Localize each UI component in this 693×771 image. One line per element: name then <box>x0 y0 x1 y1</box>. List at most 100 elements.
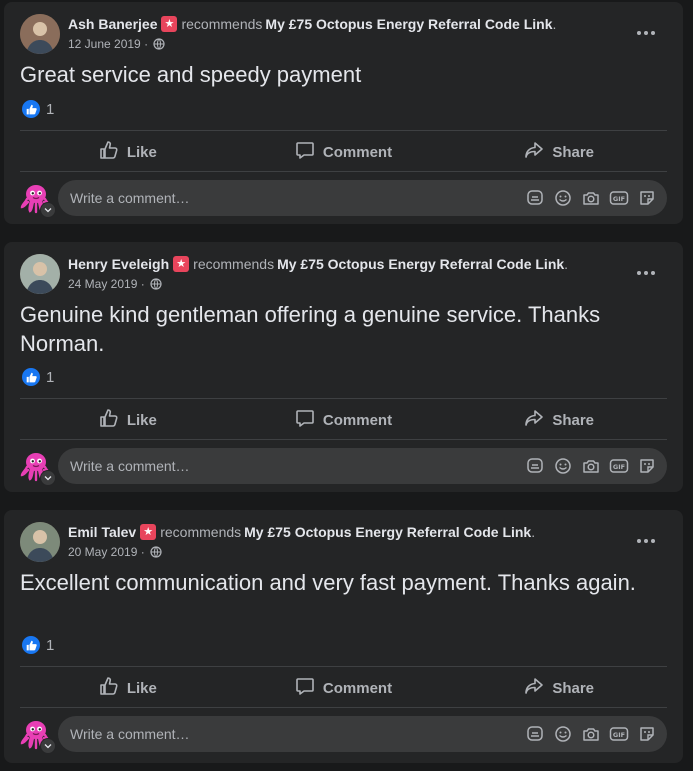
thumbs-up-icon <box>99 676 119 700</box>
author-name[interactable]: Henry Eveleigh <box>68 256 169 272</box>
more-options-button[interactable] <box>633 260 659 286</box>
review-post: Henry Eveleigh recommendsMy £75 Octopus E… <box>4 242 683 492</box>
period: . <box>564 256 569 272</box>
author-avatar[interactable] <box>20 254 60 294</box>
share-label: Share <box>552 143 595 161</box>
comment-label: Comment <box>322 411 393 429</box>
gif-icon[interactable]: GIF <box>609 188 629 208</box>
post-meta: 12 June 2019 · <box>68 36 166 54</box>
more-options-button[interactable] <box>633 20 659 46</box>
share-icon <box>524 676 544 700</box>
post-text: Excellent communication and very fast pa… <box>20 570 636 595</box>
reaction-count: 1 <box>46 636 55 654</box>
page-name-link[interactable]: My £75 Octopus Energy Referral Code Link <box>244 524 531 540</box>
camera-icon[interactable] <box>581 188 601 208</box>
svg-text:GIF: GIF <box>613 463 625 471</box>
emoji-icon[interactable] <box>553 456 573 476</box>
sticker-icon[interactable] <box>637 188 657 208</box>
like-label: Like <box>126 679 157 697</box>
divider <box>20 666 667 667</box>
avatar-sticker-icon[interactable] <box>525 724 545 744</box>
like-reaction-icon <box>22 368 40 386</box>
divider <box>20 439 667 440</box>
comment-composer: GIF <box>20 180 667 218</box>
post-text: Great service and speedy payment <box>20 62 362 87</box>
camera-icon[interactable] <box>581 724 601 744</box>
comment-button[interactable]: Comment <box>236 669 452 707</box>
comment-box[interactable]: GIF <box>58 716 667 752</box>
period: . <box>552 16 557 32</box>
comment-button[interactable]: Comment <box>236 133 452 171</box>
reaction-summary[interactable]: 1 <box>22 636 54 654</box>
sticker-icon[interactable] <box>637 456 657 476</box>
author-line: Henry Eveleigh recommendsMy £75 Octopus E… <box>68 255 568 273</box>
post-header: Ash Banerjee recommendsMy £75 Octopus Ene… <box>20 12 667 56</box>
comment-button[interactable]: Comment <box>236 401 452 439</box>
avatar-sticker-icon[interactable] <box>525 188 545 208</box>
chevron-down-icon[interactable] <box>40 202 56 218</box>
page-name-link[interactable]: My £75 Octopus Energy Referral Code Link <box>265 16 552 32</box>
comment-input[interactable] <box>70 448 370 484</box>
like-button[interactable]: Like <box>20 133 236 171</box>
share-icon <box>524 140 544 164</box>
recommends-label: recommends <box>160 524 242 540</box>
like-reaction-icon <box>22 100 40 118</box>
author-name[interactable]: Emil Talev <box>68 524 136 540</box>
post-date[interactable]: 24 May 2019 <box>68 277 137 291</box>
comment-tools: GIF <box>525 716 657 752</box>
like-label: Like <box>126 411 157 429</box>
reaction-count: 1 <box>46 100 55 118</box>
gif-icon[interactable]: GIF <box>609 724 629 744</box>
divider <box>20 171 667 172</box>
page-name-link[interactable]: My £75 Octopus Energy Referral Code Link <box>277 256 564 272</box>
comment-input[interactable] <box>70 180 370 216</box>
like-label: Like <box>126 143 157 161</box>
comment-label: Comment <box>322 143 393 161</box>
comment-box[interactable]: GIF <box>58 180 667 216</box>
post-header: Emil Talev recommendsMy £75 Octopus Energ… <box>20 520 667 564</box>
chevron-down-icon[interactable] <box>40 470 56 486</box>
comment-input[interactable] <box>70 716 370 752</box>
review-post: Ash Banerjee recommendsMy £75 Octopus Ene… <box>4 2 683 224</box>
emoji-icon[interactable] <box>553 724 573 744</box>
thumbs-up-icon <box>99 408 119 432</box>
post-actions: Like Comment Share <box>20 669 667 707</box>
emoji-icon[interactable] <box>553 188 573 208</box>
post-meta: 20 May 2019 · <box>68 544 162 562</box>
reaction-summary[interactable]: 1 <box>22 100 54 118</box>
recommends-label: recommends <box>193 256 275 272</box>
author-name[interactable]: Ash Banerjee <box>68 16 157 32</box>
more-options-button[interactable] <box>633 528 659 554</box>
globe-icon <box>150 546 162 562</box>
post-date[interactable]: 20 May 2019 <box>68 545 137 559</box>
post-actions: Like Comment Share <box>20 133 667 171</box>
author-avatar[interactable] <box>20 522 60 562</box>
share-button[interactable]: Share <box>451 133 667 171</box>
recommends-badge-icon <box>173 255 190 273</box>
avatar-sticker-icon[interactable] <box>525 456 545 476</box>
share-button[interactable]: Share <box>451 669 667 707</box>
post-actions: Like Comment Share <box>20 401 667 439</box>
post-meta: 24 May 2019 · <box>68 276 162 294</box>
post-date[interactable]: 12 June 2019 <box>68 37 141 51</box>
chevron-down-icon[interactable] <box>40 738 56 754</box>
sticker-icon[interactable] <box>637 724 657 744</box>
post-header: Henry Eveleigh recommendsMy £75 Octopus E… <box>20 252 667 296</box>
comment-icon <box>295 676 315 700</box>
comment-tools: GIF <box>525 448 657 484</box>
author-avatar[interactable] <box>20 14 60 54</box>
gif-icon[interactable]: GIF <box>609 456 629 476</box>
svg-text:GIF: GIF <box>613 195 625 203</box>
comment-box[interactable]: GIF <box>58 448 667 484</box>
share-button[interactable]: Share <box>451 401 667 439</box>
period: . <box>531 524 536 540</box>
divider <box>20 707 667 708</box>
reaction-summary[interactable]: 1 <box>22 368 54 386</box>
like-button[interactable]: Like <box>20 669 236 707</box>
like-button[interactable]: Like <box>20 401 236 439</box>
recommends-label: recommends <box>181 16 263 32</box>
comment-tools: GIF <box>525 180 657 216</box>
recommends-badge-icon <box>140 523 157 541</box>
camera-icon[interactable] <box>581 456 601 476</box>
author-line: Ash Banerjee recommendsMy £75 Octopus Ene… <box>68 15 556 33</box>
